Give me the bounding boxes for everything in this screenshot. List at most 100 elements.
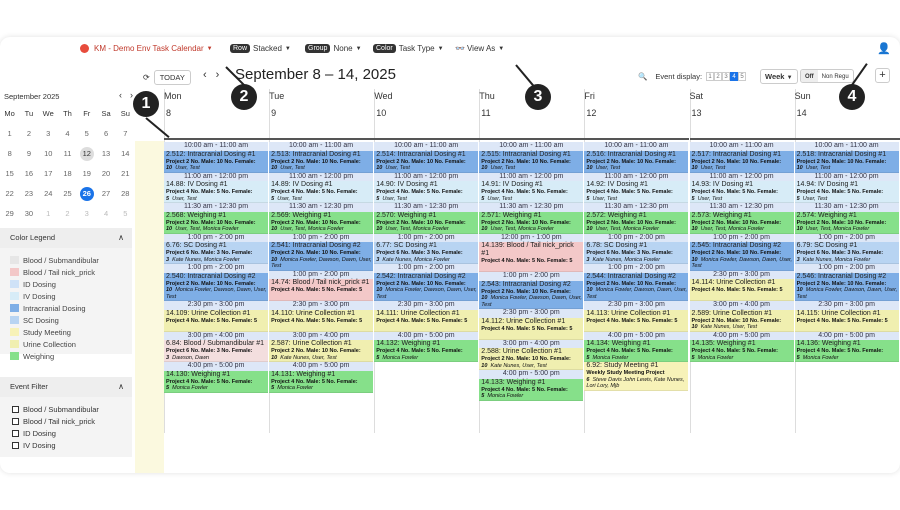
calendar-event[interactable]: 1:00 pm - 2:00 pm 6.78: SC Dosing #1 Proje… (584, 233, 689, 264)
calendar-event[interactable]: 11:30 am - 12:30 pm 2.573: Weighing #1 Pro… (689, 203, 794, 234)
day-number[interactable]: 12 (586, 108, 596, 118)
calendar-event[interactable]: 3:00 pm - 4:00 pm 2.589: Urine Collection… (689, 301, 794, 332)
prev-week-icon[interactable]: ‹ (203, 69, 207, 81)
calendar-event[interactable]: 4:00 pm - 5:00 pm 14.135: Weighing #1 Proj… (689, 331, 794, 362)
refresh-icon[interactable]: ⟳ (143, 73, 150, 82)
filter-checkbox[interactable] (12, 441, 19, 449)
calendar-event[interactable]: 2:30 pm - 3:00 pm 14.115: Urine Collectio… (794, 301, 899, 332)
calendar-event[interactable]: 1:00 pm - 2:00 pm 2.542: Intracranial Dos… (374, 264, 479, 301)
event-display-option[interactable]: 3 (722, 72, 731, 81)
view-select[interactable]: Week ▼ (760, 69, 798, 84)
view-as-dropdown[interactable]: 👓 View As ▼ (455, 44, 504, 53)
mini-calendar-day[interactable]: 2 (58, 207, 77, 221)
calendar-event[interactable]: 1:00 pm - 2:00 pm 6.76: SC Dosing #1 Proje… (164, 233, 268, 264)
calendar-event[interactable]: 4:00 pm - 5:00 pm 14.136: Weighing #1 Proj… (794, 331, 899, 362)
filter-checkbox[interactable] (12, 405, 19, 413)
mini-calendar-day[interactable]: 5 (116, 207, 135, 221)
calendar-event[interactable]: 2:30 pm - 3:00 pm 14.111: Urine Collectio… (374, 301, 479, 332)
calendar-event[interactable]: 10:00 am - 11:00 am 2.514: Intracranial D… (374, 142, 479, 173)
calendar-event[interactable]: 1:00 pm - 2:00 pm 2.544: Intracranial Dos… (584, 264, 689, 301)
calendar-event[interactable]: 11:30 am - 12:30 pm 2.569: Weighing #1 Pro… (269, 203, 374, 234)
mini-calendar-day[interactable]: 13 (96, 147, 115, 161)
calendar-event[interactable]: 12:00 pm - 1:00 pm 14.139: Blood / Tail n… (479, 233, 584, 272)
event-display-option[interactable]: 1 (706, 72, 715, 81)
mini-calendar-day[interactable]: 18 (58, 167, 77, 181)
next-week-icon[interactable]: › (216, 69, 220, 81)
chevron-up-icon[interactable]: ∧ (118, 377, 124, 397)
calendar-event[interactable]: 11:30 am - 12:30 pm 2.571: Weighing #1 Pro… (479, 203, 584, 234)
today-button[interactable]: TODAY (153, 70, 191, 85)
calendar-event[interactable]: 11:00 am - 12:00 pm 14.90: IV Dosing #1 Pr… (374, 172, 479, 203)
toggle-non-regular[interactable]: Non Regu (818, 70, 853, 82)
mini-calendar-day[interactable]: 10 (39, 147, 58, 161)
calendar-event[interactable]: 11:30 am - 12:30 pm 2.574: Weighing #1 Pro… (794, 203, 899, 234)
calendar-event[interactable]: 11:00 am - 12:00 pm 14.93: IV Dosing #1 Pr… (689, 172, 794, 203)
mini-calendar-day[interactable]: 24 (39, 187, 58, 201)
calendar-event[interactable]: 1:00 pm - 2:00 pm 6.79: SC Dosing #1 Proje… (794, 233, 899, 264)
mini-calendar-day[interactable]: 7 (116, 127, 135, 141)
calendar-event[interactable]: 2:30 pm - 3:00 pm 14.113: Urine Collectio… (584, 301, 689, 332)
day-number[interactable]: 13 (692, 108, 702, 118)
filter-checkbox[interactable] (12, 417, 19, 425)
add-event-button[interactable]: + (875, 68, 890, 83)
event-display-option[interactable]: 2 (714, 72, 723, 81)
calendar-event[interactable]: 11:30 am - 12:30 pm 2.572: Weighing #1 Pro… (584, 203, 689, 234)
calendar-event[interactable]: 1:00 pm - 2:00 pm 2.545: Intracranial Dos… (689, 233, 794, 271)
mini-calendar-day[interactable]: 16 (19, 167, 38, 181)
event-filter-header[interactable]: Event Filter ∧ (0, 377, 132, 397)
calendar-event[interactable]: 1:00 pm - 2:00 pm 6.77: SC Dosing #1 Proje… (374, 233, 479, 264)
mini-calendar-day[interactable]: 12 (79, 147, 94, 161)
calendar-event[interactable]: 2:30 pm - 3:00 pm 14.109: Urine Collectio… (164, 301, 268, 332)
calendar-event[interactable]: 2:30 pm - 3:00 pm 14.114: Urine Collectio… (689, 270, 794, 301)
calendar-event[interactable]: 1:00 pm - 2:00 pm 14.74: Blood / Tail nic… (269, 270, 374, 301)
mini-calendar-day[interactable]: 20 (96, 167, 115, 181)
calendar-event[interactable]: 4:00 pm - 5:00 pm 14.134: Weighing #1 Proj… (584, 331, 689, 362)
event-display-option[interactable]: 5 (738, 72, 747, 81)
calendar-event[interactable]: 3:00 pm - 4:00 pm 2.587: Urine Collection… (269, 331, 374, 362)
calendar-event[interactable]: 10:00 am - 11:00 am 2.513: Intracranial D… (269, 142, 374, 173)
mini-calendar-day[interactable]: 9 (19, 147, 38, 161)
day-number[interactable]: 10 (376, 108, 386, 118)
day-number[interactable]: 14 (797, 108, 807, 118)
calendar-event[interactable]: 11:30 am - 12:30 pm 2.568: Weighing #1 Pro… (164, 203, 268, 234)
calendar-event[interactable]: 4:00 pm - 5:00 pm 14.130: Weighing #1 Proj… (164, 362, 268, 393)
day-number[interactable]: 8 (166, 108, 171, 118)
filter-item[interactable]: Blood / Submandibular (0, 403, 132, 415)
calendar-event[interactable]: 10:00 am - 11:00 am 2.516: Intracranial D… (584, 142, 689, 173)
calendar-event[interactable]: 1:00 pm - 2:00 pm 2.540: Intracranial Dos… (164, 264, 268, 301)
user-avatar-icon[interactable]: 👤 (877, 42, 891, 56)
row-dropdown[interactable]: Row Stacked ▼ (230, 44, 291, 53)
mini-calendar-day[interactable]: 28 (116, 187, 135, 201)
mini-calendar-day[interactable]: 3 (39, 127, 58, 141)
mini-calendar-day[interactable]: 21 (116, 167, 135, 181)
mini-calendar-day[interactable]: 19 (77, 167, 96, 181)
day-number[interactable]: 9 (271, 108, 276, 118)
mini-calendar-day[interactable]: 4 (58, 127, 77, 141)
day-number[interactable]: 11 (481, 108, 490, 118)
mini-calendar-day[interactable]: 26 (79, 187, 94, 201)
calendar-event[interactable]: 11:00 am - 12:00 pm 14.94: IV Dosing #1 Pr… (794, 172, 899, 203)
filter-checkbox[interactable] (12, 429, 19, 437)
mini-calendar-day[interactable]: 1 (39, 207, 58, 221)
calendar-event[interactable]: 3:00 pm - 4:00 pm 2.588: Urine Collection… (479, 339, 584, 370)
mini-calendar-day[interactable]: 11 (58, 147, 77, 161)
mini-calendar-day[interactable]: 3 (77, 207, 96, 221)
filter-item[interactable]: IV Dosing (0, 439, 132, 451)
calendar-event[interactable]: 11:00 am - 12:00 pm 14.91: IV Dosing #1 Pr… (479, 172, 584, 203)
mini-calendar-day[interactable]: 1 (0, 127, 19, 141)
mini-calendar-day[interactable]: 22 (0, 187, 19, 201)
mini-next-icon[interactable]: › (130, 90, 133, 100)
calendar-event[interactable]: 2:30 pm - 3:00 pm 14.112: Urine Collectio… (479, 309, 584, 340)
calendar-event[interactable]: 6.92: Study Meeting #1 Weekly Study Meeti… (584, 362, 689, 391)
mini-calendar-day[interactable]: 2 (19, 127, 38, 141)
calendar-event[interactable]: 4:00 pm - 5:00 pm 14.132: Weighing #1 Proj… (374, 331, 479, 362)
color-legend-header[interactable]: Color Legend ∧ (0, 228, 132, 248)
toggle-off[interactable]: Off (801, 70, 818, 82)
calendar-event[interactable]: 1:00 pm - 2:00 pm 2.546: Intracranial Dos… (794, 264, 899, 301)
calendar-event[interactable]: 2:30 pm - 3:00 pm 14.110: Urine Collectio… (269, 301, 374, 332)
calendar-event[interactable]: 1:00 pm - 2:00 pm 2.543: Intracranial Dos… (479, 272, 584, 309)
mini-calendar-day[interactable]: 30 (19, 207, 38, 221)
chevron-up-icon[interactable]: ∧ (118, 228, 124, 248)
filter-item[interactable]: Blood / Tail nick_prick (0, 415, 132, 427)
calendar-selector[interactable]: KM - Demo Env Task Calendar ▼ (80, 44, 213, 53)
